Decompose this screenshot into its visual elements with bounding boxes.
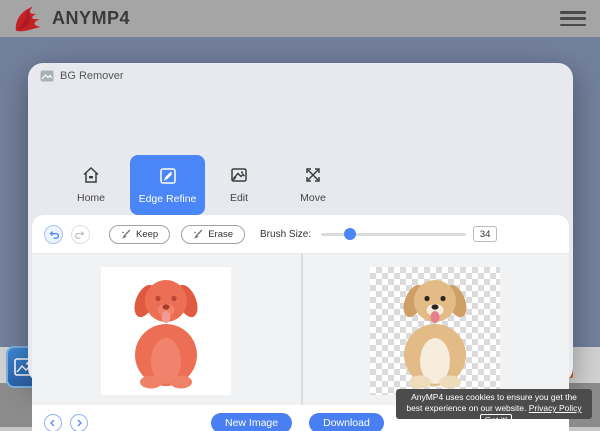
erase-button[interactable]: Erase [181,225,245,244]
keep-button[interactable]: Keep [109,225,170,244]
brush-size-slider-thumb[interactable] [344,228,356,240]
tab-edge-refine-label: Edge Refine [139,193,197,205]
mask-panel [32,254,301,405]
tab-home[interactable]: Home [59,155,123,213]
erase-button-label: Erase [208,229,233,240]
preview-panel [301,254,570,405]
privacy-policy-link[interactable]: Privacy Policy [529,403,582,413]
menu-icon[interactable] [560,11,586,26]
previous-image-button[interactable] [44,414,62,431]
new-image-button[interactable]: New Image [211,413,292,431]
undo-button[interactable] [44,225,63,244]
redo-icon [75,229,86,240]
tab-edge-refine[interactable]: Edge Refine [130,155,205,215]
keep-brush-icon [121,229,132,239]
got-it-button[interactable]: Got it! [480,414,513,426]
erase-brush-icon [193,229,204,239]
panel-divider [301,254,303,405]
redo-button[interactable] [71,225,90,244]
move-arrows-icon [303,165,323,185]
bg-remover-modal: BG Remover Home Edge Refine [28,63,573,383]
brand-logo[interactable]: ANYMP4 [12,4,130,34]
next-image-button[interactable] [70,414,88,431]
tab-move[interactable]: Move [281,155,345,213]
tab-move-label: Move [300,192,326,204]
dog-result-image [383,271,487,391]
edit-pen-icon [158,166,178,186]
tab-home-label: Home [77,192,105,204]
undo-icon [48,229,59,240]
cookie-notice: AnyMP4 uses cookies to ensure you get th… [396,389,592,419]
chevron-right-icon [75,419,83,427]
brand-name: ANYMP4 [52,8,130,29]
image-panels [32,254,569,405]
brush-size-slider[interactable] [321,233,466,236]
photo-icon [40,70,54,82]
tab-edit-label: Edit [230,192,248,204]
tab-edit[interactable]: Edit [207,155,271,213]
modal-title: BG Remover [60,70,124,82]
preview-canvas [370,267,500,395]
dog-mask-image [114,271,218,391]
modal-title-row: BG Remover [40,70,124,82]
keep-button-label: Keep [136,229,158,240]
image-icon [229,165,249,185]
home-icon [81,165,101,185]
brush-size-value[interactable]: 34 [473,226,497,242]
brush-size-label: Brush Size: [260,229,311,240]
site-header: ANYMP4 [0,0,600,37]
download-button[interactable]: Download [309,413,384,431]
mask-canvas[interactable] [101,267,231,395]
toolbar: Keep Erase Brush Size: 34 [32,215,569,253]
anymp4-fox-icon [12,4,48,34]
chevron-left-icon [49,419,57,427]
screen: ANYMP4 BG Remover Home [0,0,600,431]
